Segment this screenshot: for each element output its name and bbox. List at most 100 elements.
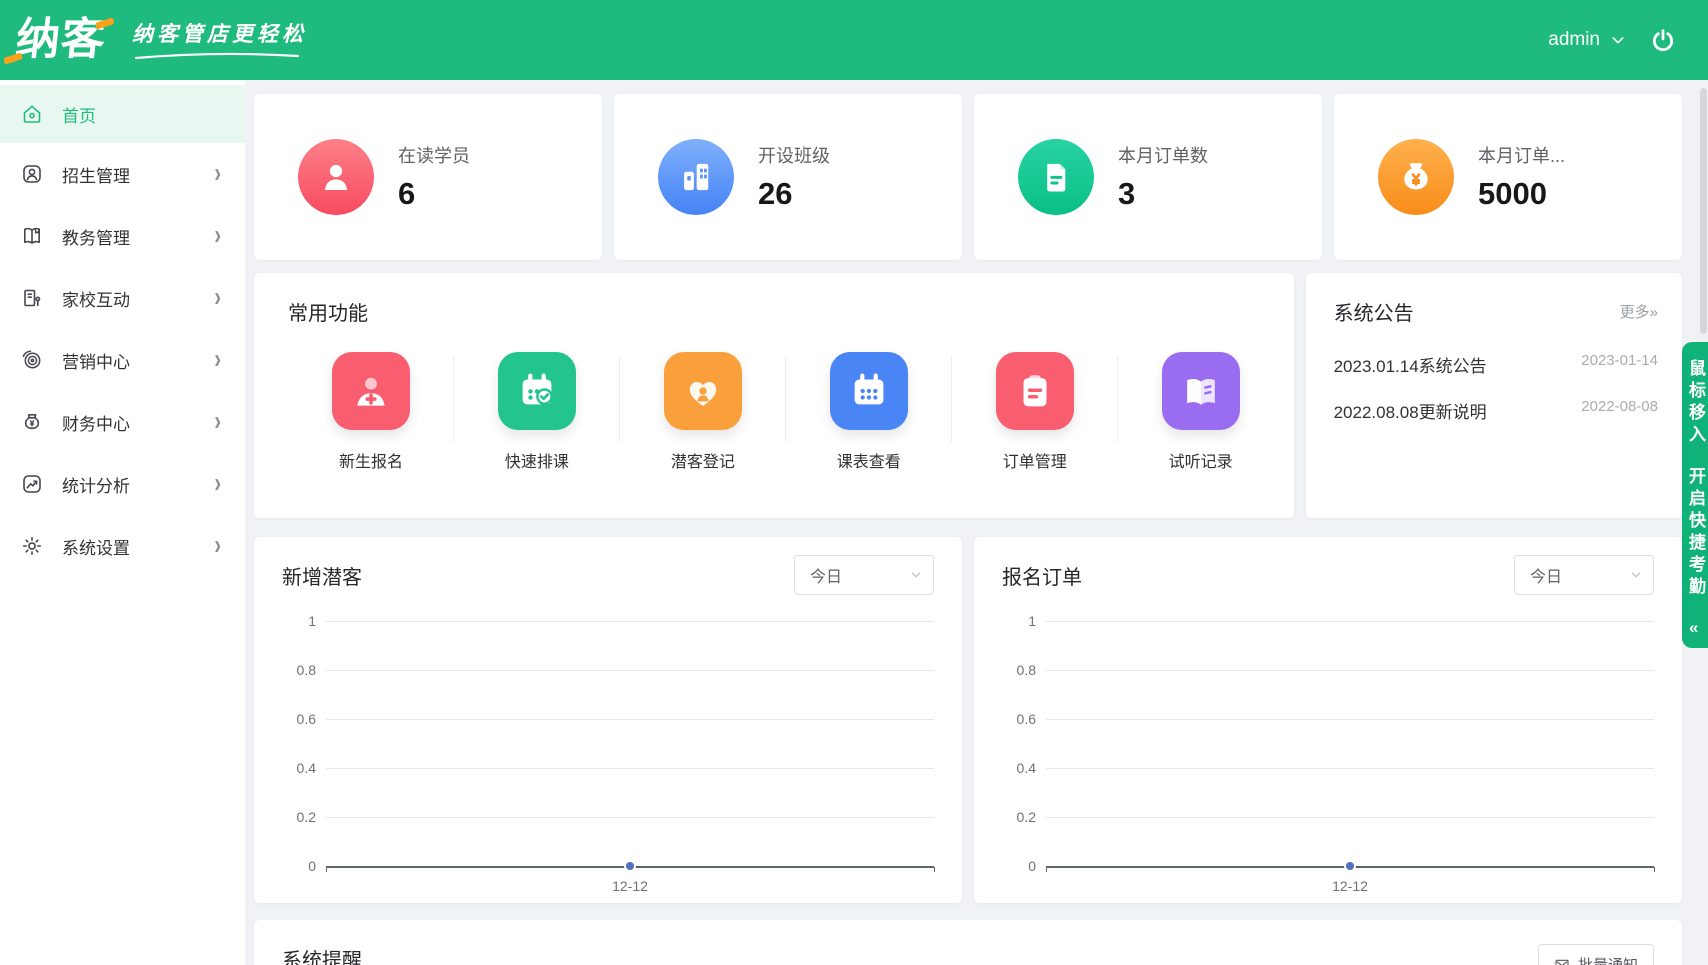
- stat-value: 5000: [1478, 176, 1547, 211]
- chart-header: 新增潜客 今日: [282, 555, 934, 595]
- collapse-left-icon: «: [1689, 618, 1699, 637]
- student-icon: [298, 139, 374, 215]
- target-icon: [20, 348, 44, 372]
- chevron-right-icon: ›: [214, 281, 221, 313]
- chart-title: 新增潜客: [282, 566, 362, 589]
- stat-text: 本月订单数 3: [1118, 142, 1208, 212]
- chevron-right-icon: ›: [214, 467, 221, 499]
- batch-notify-button[interactable]: 批量通知: [1537, 944, 1654, 965]
- document-icon: [1018, 139, 1094, 215]
- order-icon: [995, 352, 1074, 430]
- quick-action-new-student[interactable]: 新生报名: [288, 352, 454, 472]
- sidebar-item-label: 首页: [62, 106, 96, 126]
- chevron-right-icon: ›: [214, 529, 221, 561]
- timetable-icon: [829, 352, 908, 430]
- power-icon: [1652, 29, 1674, 52]
- period-select-value: 今日: [810, 569, 843, 586]
- chevron-right-icon: ›: [214, 157, 221, 189]
- announcement-item[interactable]: 2023.01.14系统公告 2023-01-14: [1334, 352, 1658, 377]
- announcement-title: 2022.08.08更新说明: [1333, 403, 1487, 422]
- sidebar-item-home[interactable]: 首页: [0, 85, 245, 143]
- announcements-more-link[interactable]: 更多»: [1620, 301, 1658, 322]
- sidebar-item-label: 财务中心: [62, 414, 130, 434]
- chevron-right-icon: ›: [214, 343, 221, 375]
- period-select[interactable]: 今日: [794, 555, 934, 595]
- logout-power-button[interactable]: [1650, 27, 1676, 53]
- quick-action-label: 新生报名: [338, 454, 403, 471]
- stat-value: 3: [1118, 176, 1136, 211]
- announcements-panel: 系统公告 更多» 2023.01.14系统公告 2023-01-14 2022.…: [1305, 273, 1682, 518]
- line-chart: 1 0.8 0.6 0.4 0.2 0 12-12: [282, 613, 935, 901]
- book-icon: [20, 224, 44, 248]
- vertical-scrollbar-thumb[interactable]: [1700, 88, 1707, 334]
- sidebar-nav: 首页 招生管理 › 教务管理 › 家校互动 › 营销中心 › 财务中心 › 统计…: [0, 80, 245, 965]
- period-select[interactable]: 今日: [1514, 555, 1654, 595]
- announcement-item[interactable]: 2022.08.08更新说明 2022-08-08: [1334, 398, 1658, 423]
- chart-title: 报名订单: [1002, 566, 1082, 589]
- sidebar-item-label: 系统设置: [62, 538, 130, 558]
- brand-slogan-wrap: 纳客管店更轻松: [132, 18, 307, 62]
- brand-name: 纳客: [13, 8, 110, 72]
- slogan-underline-swoosh: [134, 52, 300, 60]
- announcement-title: 2023.01.14系统公告: [1333, 357, 1487, 376]
- lead-icon: [663, 352, 742, 430]
- stat-label: 在读学员: [398, 146, 470, 166]
- stat-label: 本月订单...: [1478, 146, 1566, 166]
- announcement-date: 2023-01-14: [1581, 352, 1658, 369]
- quick-action-quick-schedule[interactable]: 快速排课: [454, 352, 620, 472]
- sidebar-item-label: 家校互动: [62, 290, 130, 310]
- school-icon: [20, 286, 44, 310]
- announcements-list: 2023.01.14系统公告 2023-01-14 2022.08.08更新说明…: [1334, 352, 1658, 423]
- chevron-down-icon: [1612, 37, 1624, 44]
- quick-action-lead-register[interactable]: 潜客登记: [620, 352, 786, 472]
- signup-orders-chart-card: 报名订单 今日 1 0.8 0.6 0.4 0.2 0 12-12: [974, 537, 1682, 903]
- main-content: 在读学员 6 开设班级 26 本月订单数 3 本月订单... 5000 常用功能…: [245, 80, 1708, 965]
- user-dropdown[interactable]: admin: [1548, 29, 1626, 51]
- sidebar-item-academic[interactable]: 教务管理 ›: [0, 205, 245, 267]
- quick-action-label: 订单管理: [1002, 454, 1067, 471]
- announcements-header: 系统公告 更多»: [1334, 297, 1658, 326]
- sidebar-item-marketing[interactable]: 营销中心 ›: [0, 329, 245, 391]
- sidebar-item-label: 营销中心: [62, 352, 130, 372]
- system-reminders-title: 系统提醒: [282, 950, 362, 965]
- stat-text: 开设班级 26: [758, 142, 830, 212]
- chevron-down-icon: [911, 572, 921, 578]
- brand-logo: 纳客 纳客管店更轻松: [13, 8, 307, 72]
- stat-label: 本月订单数: [1118, 146, 1208, 166]
- quick-action-order-manage[interactable]: 订单管理: [952, 352, 1118, 472]
- user-name-label: admin: [1548, 29, 1600, 50]
- classes-icon: [658, 139, 734, 215]
- user-icon: [20, 162, 44, 186]
- sidebar-item-label: 招生管理: [62, 166, 130, 186]
- chart-header: 报名订单 今日: [1002, 555, 1654, 595]
- brand-slogan: 纳客管店更轻松: [132, 23, 307, 46]
- stat-card-month-revenue: 本月订单... 5000: [1334, 94, 1682, 260]
- charts-row: 新增潜客 今日 1 0.8 0.6 0.4 0.2 0 12-12 报名订单 今日 10: [254, 537, 1682, 903]
- quick-action-audition-record[interactable]: 试听记录: [1118, 352, 1284, 472]
- period-select-value: 今日: [1530, 569, 1563, 586]
- sidebar-item-settings[interactable]: 系统设置 ›: [0, 515, 245, 577]
- quick-functions-title: 常用功能: [288, 303, 368, 325]
- quick-action-label: 潜客登记: [670, 454, 735, 471]
- stat-text: 本月订单... 5000: [1478, 142, 1565, 212]
- audition-icon: [1161, 352, 1240, 430]
- quick-attendance-tab[interactable]: 鼠标移入 开启快捷考勤 «: [1682, 342, 1708, 648]
- stat-text: 在读学员 6: [398, 142, 470, 212]
- sidebar-item-home-school[interactable]: 家校互动 ›: [0, 267, 245, 329]
- sidebar-item-finance[interactable]: 财务中心 ›: [0, 391, 245, 453]
- attendance-tab-line2: 开启快捷考勤: [1689, 467, 1706, 596]
- sidebar-item-enrollment[interactable]: 招生管理 ›: [0, 143, 245, 205]
- quick-functions-grid: 新生报名 快速排课 潜客登记 课表查看 订单管理 试听记录: [288, 352, 1284, 472]
- batch-notify-label: 批量通知: [1578, 954, 1638, 965]
- chevron-down-icon: [1631, 572, 1641, 578]
- chart-icon: [20, 472, 44, 496]
- stat-value: 26: [758, 176, 793, 211]
- stat-card-month-orders: 本月订单数 3: [974, 94, 1322, 260]
- quick-action-timetable[interactable]: 课表查看: [786, 352, 952, 472]
- sidebar-item-label: 教务管理: [62, 228, 130, 248]
- enroll-icon: [331, 352, 410, 430]
- sidebar-item-statistics[interactable]: 统计分析 ›: [0, 453, 245, 515]
- chevron-right-icon: ›: [214, 405, 221, 437]
- stat-label: 开设班级: [758, 146, 830, 166]
- app-header: 纳客 纳客管店更轻松 admin: [0, 0, 1708, 80]
